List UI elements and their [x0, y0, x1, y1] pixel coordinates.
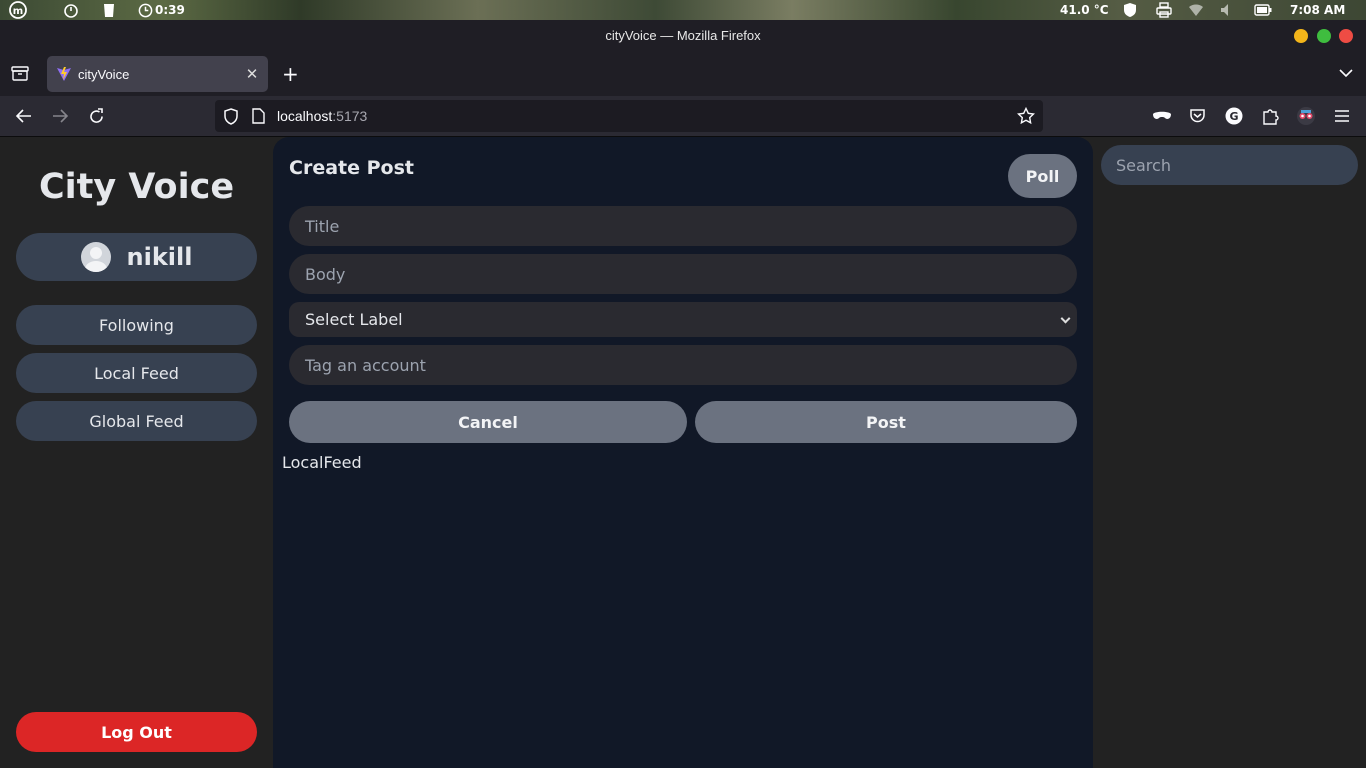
title-placeholder: Title — [305, 216, 340, 236]
private-mask-icon[interactable] — [1152, 108, 1172, 128]
url-port: :5173 — [332, 108, 368, 124]
url-bar[interactable]: localhost:5173 — [215, 100, 1043, 132]
extensions-puzzle-icon[interactable] — [1262, 107, 1279, 129]
os-top-panel: m 0:39 41.0 °C 7:08 AM — [0, 0, 1366, 20]
svg-text:m: m — [13, 6, 23, 17]
pocket-icon[interactable] — [1189, 108, 1206, 128]
main-panel: Create Post Poll Title Body Select Label… — [273, 137, 1093, 768]
minimize-button[interactable] — [1294, 29, 1308, 43]
reload-icon[interactable] — [88, 108, 105, 129]
url-text[interactable]: localhost:5173 — [277, 100, 367, 132]
poll-label: Poll — [1025, 166, 1060, 186]
tab-list-icon[interactable] — [11, 65, 29, 86]
hamburger-menu-icon[interactable] — [1334, 108, 1350, 127]
wifi-icon[interactable] — [1188, 0, 1204, 20]
forward-icon[interactable] — [51, 108, 69, 128]
sidebar-item-label: Local Feed — [94, 363, 179, 383]
vite-favicon-icon — [57, 67, 71, 81]
tab-cityvoice[interactable]: cityVoice ✕ — [47, 56, 268, 92]
chevron-down-icon — [1060, 313, 1071, 324]
search-placeholder: Search — [1116, 155, 1171, 175]
avatar — [80, 242, 111, 272]
tracking-shield-icon[interactable] — [223, 108, 239, 129]
sidebar-item-global-feed[interactable]: Global Feed — [16, 401, 257, 441]
menu-icon[interactable]: m — [8, 0, 28, 20]
poll-button[interactable]: Poll — [1008, 154, 1077, 198]
list-all-tabs-icon[interactable] — [1338, 65, 1354, 85]
label-select[interactable]: Select Label — [289, 302, 1077, 337]
new-tab-icon[interactable]: + — [282, 62, 299, 86]
back-icon[interactable] — [15, 108, 33, 128]
create-post-heading: Create Post — [289, 157, 414, 179]
tab-close-icon[interactable]: ✕ — [240, 65, 264, 83]
battery-icon[interactable] — [1254, 0, 1272, 20]
title-input[interactable]: Title — [289, 206, 1077, 246]
close-window-button[interactable] — [1339, 29, 1353, 43]
bookmark-star-icon[interactable] — [1016, 106, 1036, 129]
stopwatch-indicator[interactable]: 0:39 — [138, 0, 185, 20]
sidebar-item-label: Global Feed — [89, 411, 184, 431]
brand-title: City Voice — [38, 167, 235, 207]
logout-label: Log Out — [101, 722, 172, 742]
feed-label: LocalFeed — [282, 453, 362, 472]
printer-icon[interactable] — [1156, 0, 1172, 20]
grammarly-extension-icon[interactable]: G — [1225, 107, 1243, 129]
temperature-text: 41.0 °C — [1060, 3, 1109, 17]
tab-strip: cityVoice ✕ + — [0, 52, 1366, 96]
maximize-button[interactable] — [1317, 29, 1331, 43]
body-placeholder: Body — [305, 264, 346, 284]
volume-icon[interactable] — [1220, 0, 1236, 20]
profile-avatar-icon[interactable] — [1296, 106, 1316, 130]
tag-placeholder: Tag an account — [305, 355, 426, 375]
sidebar-item-following[interactable]: Following — [16, 305, 257, 345]
window-title: cityVoice — Mozilla Firefox — [605, 28, 761, 43]
post-label: Post — [866, 412, 906, 432]
tag-account-input[interactable]: Tag an account — [289, 345, 1077, 385]
cancel-button[interactable]: Cancel — [289, 401, 687, 443]
logout-button[interactable]: Log Out — [16, 712, 257, 752]
search-input[interactable]: Search — [1101, 145, 1358, 185]
username: nikill — [126, 243, 193, 271]
timer-text: 0:39 — [155, 3, 185, 17]
nav-bar: localhost:5173 G — [0, 96, 1366, 137]
cancel-label: Cancel — [458, 412, 518, 432]
sidebar-item-local-feed[interactable]: Local Feed — [16, 353, 257, 393]
svg-text:G: G — [1229, 110, 1238, 123]
trash-icon[interactable] — [102, 0, 116, 20]
user-profile-button[interactable]: nikill — [16, 233, 257, 281]
body-input[interactable]: Body — [289, 254, 1077, 294]
clock-text[interactable]: 7:08 AM — [1290, 0, 1345, 20]
timer-app-icon[interactable] — [62, 0, 80, 20]
window-titlebar: cityVoice — Mozilla Firefox — [0, 20, 1366, 52]
url-host: localhost — [277, 108, 333, 124]
page-viewport: City Voice nikill Following Local Feed G… — [0, 137, 1366, 768]
tab-label: cityVoice — [78, 66, 130, 82]
post-button[interactable]: Post — [695, 401, 1077, 443]
label-select-value: Select Label — [305, 310, 403, 329]
sidebar-item-label: Following — [99, 315, 174, 335]
shield-icon[interactable] — [1122, 0, 1138, 20]
page-info-icon[interactable] — [252, 108, 265, 128]
sidebar: City Voice nikill Following Local Feed G… — [0, 137, 273, 768]
